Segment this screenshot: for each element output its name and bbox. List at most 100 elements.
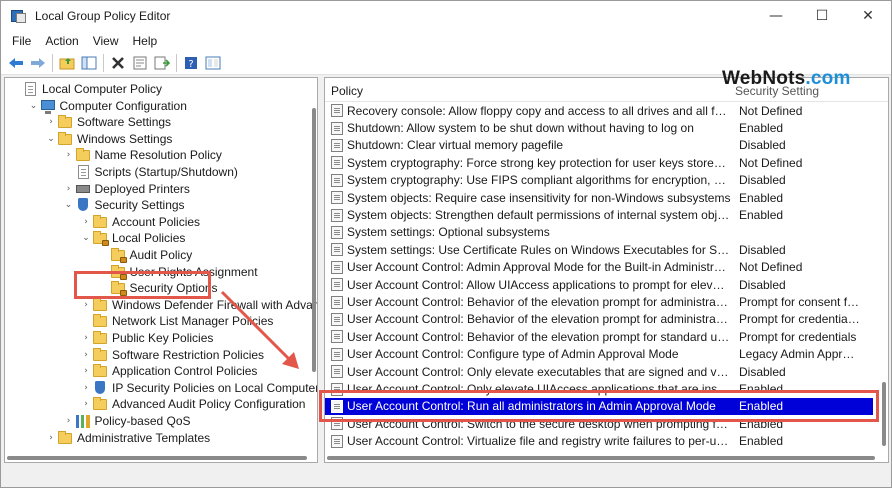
policy-row[interactable]: System cryptography: Use FIPS compliant … [325,172,873,189]
tree-node[interactable]: › IP Security Policies on Local Computer [80,380,317,396]
help-icon[interactable]: ? [180,52,202,74]
tree-node-label: Scripts (Startup/Shutdown) [94,165,238,179]
tree-node[interactable]: › Deployed Printers [63,181,190,197]
tree-node[interactable]: Network List Manager Policies [80,313,273,329]
policy-row[interactable]: Shutdown: Clear virtual memory pagefile D… [325,137,873,154]
policy-row[interactable]: User Account Control: Configure type of … [325,346,873,363]
delete-icon[interactable] [107,52,129,74]
policy-security-setting: Not Defined [739,103,803,118]
policy-security-setting: Enabled [739,190,784,205]
chevron-down-icon[interactable]: ⌄ [80,230,92,246]
policy-name: User Account Control: Behavior of the el… [347,329,731,344]
menu-action[interactable]: Action [38,31,85,51]
menu-view[interactable]: View [86,31,126,51]
policy-row[interactable]: User Account Control: Behavior of the el… [325,293,873,310]
tree-node[interactable]: › Software Restriction Policies [80,347,264,363]
tree-node[interactable]: › Public Key Policies [80,330,213,346]
tree-node[interactable]: ⌄ Computer Configuration [28,98,187,114]
tree-node[interactable]: › Application Control Policies [80,363,257,379]
show-hide-tree-icon[interactable] [78,52,100,74]
policy-name: User Account Control: Behavior of the el… [347,312,731,327]
properties-icon[interactable] [129,52,151,74]
policy-row[interactable]: System settings: Use Certificate Rules o… [325,241,873,258]
tree-node-label: Windows Settings [77,131,173,146]
chevron-right-icon[interactable]: › [63,413,75,429]
tree-node[interactable]: Audit Policy [98,247,192,263]
tree-node[interactable]: Scripts (Startup/Shutdown) [63,164,238,180]
maximize-button[interactable]: ☐ [799,1,845,31]
chevron-down-icon[interactable]: ⌄ [45,131,57,147]
status-bar [1,465,891,487]
chevron-right-icon[interactable]: › [80,380,92,396]
export-list-icon[interactable] [151,52,173,74]
policy-name: User Account Control: Allow UIAccess app… [347,277,731,292]
tree-node[interactable]: › Administrative Templates [45,430,210,446]
policy-setting-icon [331,121,343,135]
chevron-right-icon[interactable]: › [80,214,92,230]
up-folder-icon[interactable] [56,52,78,74]
tree-horizontal-scrollbar[interactable] [7,456,307,460]
back-arrow-icon[interactable] [5,52,27,74]
chevron-right-icon[interactable]: › [80,363,92,379]
chevron-right-icon[interactable]: › [63,181,75,197]
tree-node[interactable]: › Software Settings [45,114,171,130]
policy-row[interactable]: System settings: Optional subsystems [325,224,873,241]
extended-view-icon[interactable] [202,52,224,74]
tree-node-label: Deployed Printers [94,181,190,196]
chevron-right-icon[interactable]: › [80,347,92,363]
tree-node[interactable]: › Policy-based QoS [63,413,191,429]
chevron-right-icon[interactable]: › [80,297,92,313]
menu-file[interactable]: File [5,31,38,51]
policy-row[interactable]: User Account Control: Allow UIAccess app… [325,276,873,293]
folder-icon [92,297,108,312]
policy-row[interactable]: System objects: Require case insensitivi… [325,189,873,206]
tree-node[interactable]: › Account Policies [80,214,200,230]
policy-row[interactable]: User Account Control: Behavior of the el… [325,328,873,345]
menu-help[interactable]: Help [126,31,165,51]
tree-vertical-scrollbar[interactable] [312,108,316,372]
tree-node[interactable]: ⌄ Windows Settings [45,131,172,147]
tree-node[interactable]: ⌄ Local Policies [80,230,185,247]
policy-row[interactable]: Shutdown: Allow system to be shut down w… [325,119,873,136]
title-bar[interactable]: Local Group Policy Editor — ☐ ✕ [1,1,891,31]
tree-node[interactable]: › Advanced Audit Policy Configuration [80,396,305,412]
console-tree-pane[interactable]: Local Computer Policy ⌄ Computer Configura… [4,77,318,463]
chevron-right-icon[interactable]: › [45,114,57,130]
policy-row[interactable]: System cryptography: Force strong key pr… [325,154,873,171]
tree-node[interactable]: › Windows Defender Firewall with Advanced… [80,297,317,313]
chevron-right-icon[interactable]: › [45,430,57,446]
highlight-box-run-all-administrators [319,390,879,422]
policy-row[interactable]: User Account Control: Admin Approval Mod… [325,259,873,276]
policy-security-setting: Disabled [739,242,786,257]
tree-node[interactable]: ⌄ Security Settings [63,197,185,213]
tree-node[interactable]: Local Computer Policy [10,81,162,97]
policy-name: Shutdown: Clear virtual memory pagefile [347,138,564,153]
policy-name: User Account Control: Admin Approval Mod… [347,260,731,275]
list-vertical-scrollbar[interactable] [882,382,886,446]
policy-row[interactable]: Recovery console: Allow floppy copy and … [325,102,873,119]
computer-icon [40,99,56,114]
tree-node[interactable]: › Name Resolution Policy [63,147,222,163]
column-header-policy[interactable]: Policy [325,81,731,101]
chevron-down-icon[interactable]: ⌄ [63,197,75,213]
close-button[interactable]: ✕ [845,1,891,31]
policy-setting-icon [331,365,343,379]
policy-security-setting: Prompt for credentials [739,329,857,344]
chevron-down-icon[interactable]: ⌄ [28,98,40,114]
policy-security-setting: Disabled [739,173,786,188]
list-horizontal-scrollbar[interactable] [327,456,875,460]
policy-row[interactable]: User Account Control: Virtualize file an… [325,433,873,450]
policy-name: Recovery console: Allow floppy copy and … [347,103,731,118]
policy-setting-icon [331,225,343,239]
chevron-right-icon[interactable]: › [80,330,92,346]
chevron-right-icon[interactable]: › [80,396,92,412]
policy-row[interactable]: User Account Control: Only elevate execu… [325,363,873,380]
policy-name: User Account Control: Behavior of the el… [347,295,731,310]
forward-arrow-icon[interactable] [27,52,49,74]
policy-row[interactable]: System objects: Strengthen default permi… [325,206,873,223]
chevron-right-icon[interactable]: › [63,147,75,163]
minimize-button[interactable]: — [753,1,799,31]
shield-icon [92,380,108,395]
policy-row[interactable]: User Account Control: Behavior of the el… [325,311,873,328]
